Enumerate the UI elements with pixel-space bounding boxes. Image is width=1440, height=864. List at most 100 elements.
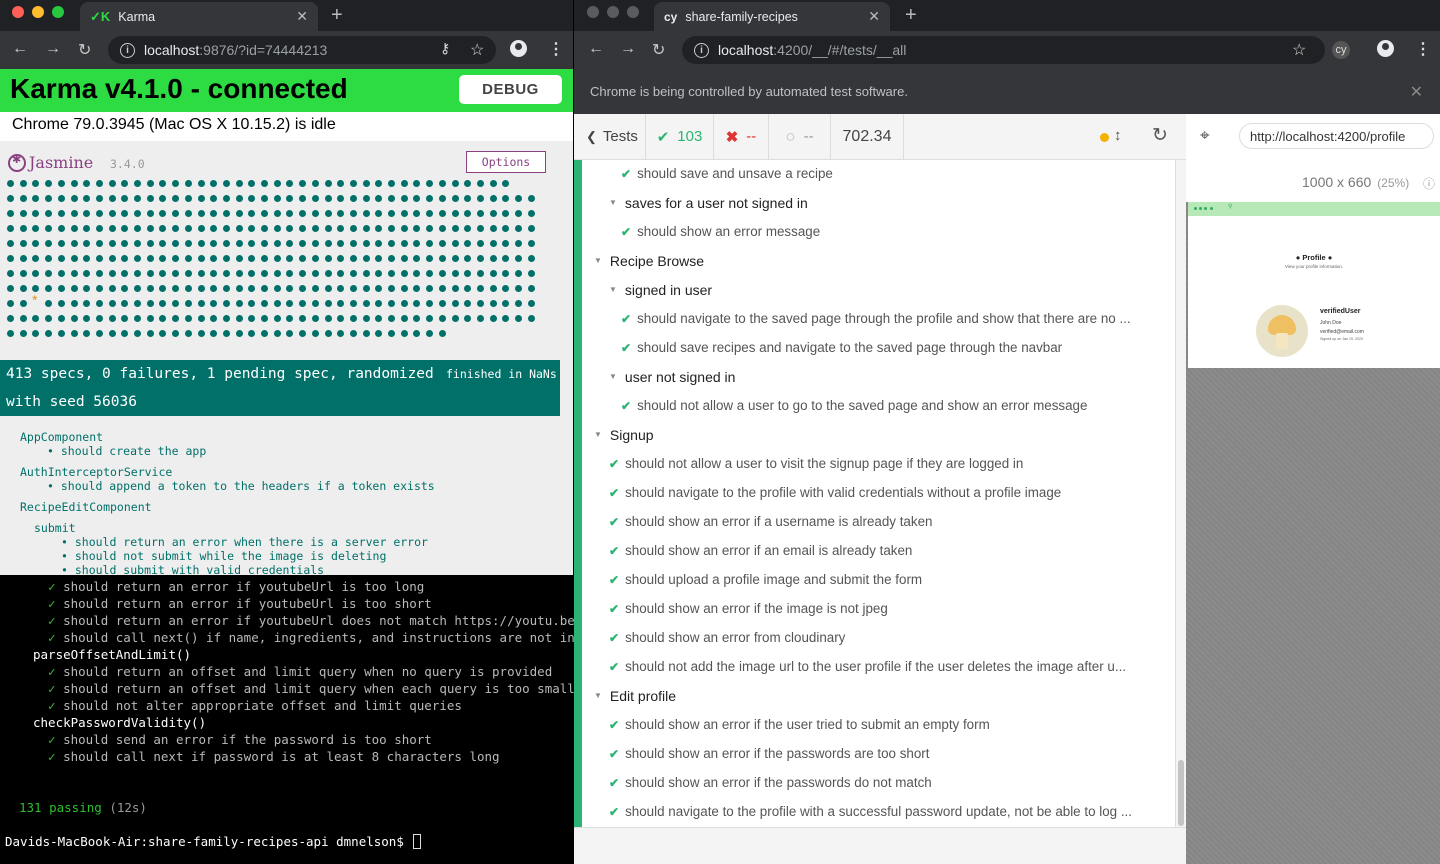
spec-dot[interactable] <box>197 270 205 277</box>
spec-dot[interactable] <box>57 180 65 187</box>
close-notice-icon[interactable]: ✕ <box>1410 82 1423 102</box>
spec-dot[interactable] <box>349 270 357 277</box>
spec-dot[interactable] <box>57 225 65 232</box>
spec-dot[interactable] <box>197 180 205 187</box>
close-window-button[interactable] <box>12 6 24 18</box>
spec-dot[interactable] <box>388 210 395 217</box>
spec-dot[interactable] <box>324 225 332 232</box>
spec-suite[interactable]: submit <box>34 521 76 535</box>
spec-dot[interactable] <box>489 270 497 277</box>
spec-dot[interactable] <box>527 270 535 277</box>
spec-dot[interactable] <box>197 210 205 217</box>
spec-dot[interactable] <box>7 210 14 217</box>
spec-dot[interactable] <box>108 195 116 202</box>
spec-dot[interactable] <box>57 270 65 277</box>
cypress-extension-icon[interactable]: cy <box>1332 41 1350 59</box>
spec-dot[interactable] <box>515 225 522 232</box>
spec-item[interactable]: • should not submit while the image is d… <box>61 549 386 563</box>
search-icon[interactable]: ⚲ <box>1228 203 1232 210</box>
spec-dot[interactable] <box>235 300 243 307</box>
spec-dot[interactable] <box>19 300 27 307</box>
spec-dot[interactable] <box>7 270 14 277</box>
reload-icon[interactable]: ↻ <box>78 40 91 60</box>
spec-dot[interactable] <box>108 240 116 247</box>
spec-dot[interactable] <box>451 180 459 187</box>
spec-dot[interactable] <box>527 210 535 217</box>
spec-dot[interactable] <box>400 255 408 262</box>
spec-dot[interactable] <box>451 300 459 307</box>
spec-dot[interactable] <box>108 180 116 187</box>
spec-dot[interactable] <box>311 315 319 322</box>
spec-dot[interactable] <box>311 255 319 262</box>
spec-dot[interactable] <box>438 300 446 307</box>
spec-dot[interactable] <box>476 255 484 262</box>
spec-dot[interactable] <box>95 315 103 322</box>
forward-icon[interactable]: → <box>620 40 636 58</box>
spec-dot[interactable] <box>235 270 243 277</box>
spec-dot[interactable] <box>324 285 332 292</box>
spec-dot[interactable] <box>515 300 522 307</box>
test-row[interactable]: ✔ should show an error if the user tried … <box>609 710 990 739</box>
spec-dot[interactable] <box>400 210 408 217</box>
spec-dot[interactable] <box>489 210 497 217</box>
info-icon[interactable]: i <box>694 42 709 58</box>
spec-dot[interactable] <box>515 195 522 202</box>
spec-dot[interactable] <box>70 285 78 292</box>
spec-dot[interactable] <box>95 195 103 202</box>
spec-dot[interactable] <box>184 210 192 217</box>
spec-dot[interactable] <box>388 255 395 262</box>
spec-dot[interactable] <box>19 195 27 202</box>
spec-dot[interactable] <box>134 315 141 322</box>
close-tab-icon[interactable]: ✕ <box>868 8 880 25</box>
spec-dot[interactable] <box>324 270 332 277</box>
spec-dot[interactable] <box>400 225 408 232</box>
profile-icon[interactable] <box>510 40 527 57</box>
spec-dot[interactable] <box>273 315 281 322</box>
back-icon[interactable]: ← <box>588 40 604 58</box>
spec-dot[interactable] <box>324 240 332 247</box>
spec-dot[interactable] <box>7 300 14 307</box>
spec-dot[interactable] <box>146 180 154 187</box>
spec-dot[interactable] <box>311 240 319 247</box>
spec-dot[interactable] <box>184 285 192 292</box>
spec-dot[interactable] <box>273 285 281 292</box>
spec-dot[interactable] <box>476 195 484 202</box>
spec-dot[interactable] <box>95 210 103 217</box>
spec-dot[interactable] <box>476 315 484 322</box>
autoscroll-icon[interactable]: ↕ <box>1114 127 1122 144</box>
spec-dot[interactable] <box>438 330 446 337</box>
spec-dot[interactable] <box>388 195 395 202</box>
spec-dot[interactable] <box>95 300 103 307</box>
spec-dot[interactable] <box>146 315 154 322</box>
spec-dot[interactable] <box>70 330 78 337</box>
spec-dot[interactable] <box>362 225 370 232</box>
spec-dot[interactable] <box>388 330 395 337</box>
address-bar[interactable]: i localhost:4200/__/#/tests/__all <box>682 36 1325 64</box>
spec-dot[interactable] <box>108 330 116 337</box>
spec-dot[interactable] <box>235 210 243 217</box>
spec-dot[interactable] <box>349 210 357 217</box>
spec-dot[interactable] <box>222 315 230 322</box>
spec-dot[interactable] <box>311 225 319 232</box>
spec-dot[interactable] <box>451 225 459 232</box>
spec-dot[interactable] <box>57 315 65 322</box>
spec-dot[interactable] <box>349 315 357 322</box>
spec-dot[interactable] <box>108 225 116 232</box>
spec-dot[interactable] <box>146 330 154 337</box>
spec-dot[interactable] <box>7 240 14 247</box>
spec-dot[interactable] <box>184 225 192 232</box>
spec-suite[interactable]: RecipeEditComponent <box>20 500 152 514</box>
test-row[interactable]: ✔ should show an error if the image is no… <box>609 594 888 623</box>
star-icon[interactable]: ☆ <box>470 40 484 60</box>
minimize-window-button[interactable] <box>32 6 44 18</box>
spec-dot[interactable] <box>7 225 14 232</box>
tab-karma[interactable]: ✓K Karma ✕ <box>80 2 318 31</box>
spec-dot[interactable] <box>451 195 459 202</box>
spec-dot[interactable] <box>108 255 116 262</box>
spec-dot[interactable] <box>70 300 78 307</box>
spec-dot[interactable] <box>57 255 65 262</box>
spec-dot[interactable] <box>146 225 154 232</box>
spec-dot[interactable] <box>311 195 319 202</box>
spec-dot[interactable] <box>146 240 154 247</box>
spec-dot[interactable] <box>324 210 332 217</box>
